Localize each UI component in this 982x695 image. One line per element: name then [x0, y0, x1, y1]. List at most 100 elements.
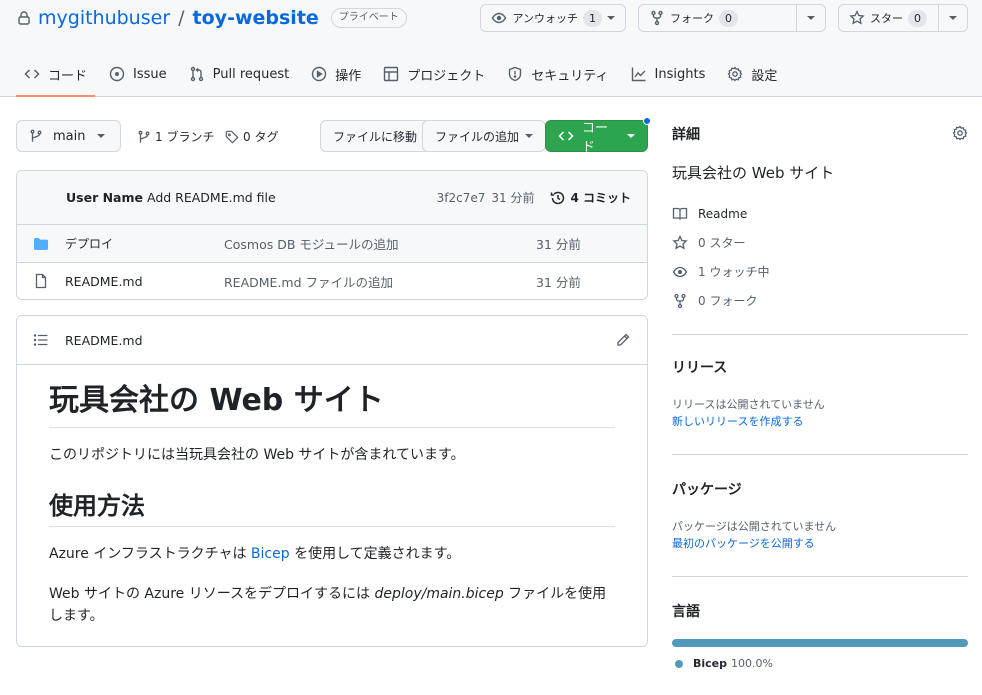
branch-select-button[interactable]: main [16, 120, 121, 152]
tags-count: 0 タグ [243, 130, 279, 144]
chevron-down-icon [627, 134, 635, 138]
readme-content: 玩具会社の Web サイト このリポジトリには当玩具会社の Web サイトが含ま… [17, 365, 647, 627]
repo-name-link[interactable]: toy-website [193, 7, 319, 29]
create-release-link[interactable]: 新しいリリースを作成する [672, 413, 968, 430]
code-button[interactable]: コード [545, 117, 651, 155]
commit-message[interactable]: Add README.md file [147, 190, 276, 205]
go-to-file-button[interactable]: ファイルに移動 [320, 120, 431, 152]
gear-icon[interactable] [952, 125, 968, 141]
meta-label: 0 スター [698, 236, 746, 250]
meta-label: 1 ウォッチ中 [698, 265, 770, 279]
repo-forked-icon [649, 10, 665, 26]
star-dropdown-button[interactable] [938, 5, 967, 31]
eye-icon [672, 264, 688, 280]
shield-icon [507, 66, 523, 82]
latest-commit: User Name Add README.md file 3f2c7e7 31 … [17, 171, 647, 225]
repo-description: 玩具会社の Web サイト [672, 164, 835, 182]
tab-label: コード [48, 68, 88, 84]
watchers-link[interactable]: 1 ウォッチ中 [672, 257, 968, 286]
graph-icon [631, 66, 647, 82]
branch-name: main [53, 128, 86, 144]
star-label: スター [870, 12, 903, 25]
repo-meta: Readme 0 スター 1 ウォッチ中 0 フォーク [672, 199, 968, 315]
file-name[interactable]: README.md [65, 274, 224, 289]
readme-header: README.md [17, 316, 647, 365]
meta-label: Readme [698, 206, 748, 221]
file-table: User Name Add README.md file 3f2c7e7 31 … [16, 170, 648, 300]
language-item[interactable]: Bicep 100.0% [672, 657, 968, 670]
gear-icon [727, 66, 743, 82]
bicep-link[interactable]: Bicep [251, 546, 290, 562]
stars-link[interactable]: 0 スター [672, 228, 968, 257]
star-icon [849, 10, 865, 26]
file-age: 31 分前 [536, 237, 581, 252]
file-name[interactable]: デプロイ [65, 235, 224, 252]
tab-label: プロジェクト [407, 68, 486, 84]
play-icon [311, 66, 327, 82]
file-commit-message[interactable]: README.md ファイルの追加 [224, 272, 536, 291]
text: Web サイトの Azure リソースをデプロイするには [49, 586, 375, 602]
language-name: Bicep [693, 657, 728, 670]
git-branch-icon [29, 129, 43, 143]
tab-security[interactable]: セキュリティ [499, 52, 616, 96]
commit-author[interactable]: User Name [66, 190, 143, 205]
readme-heading-2: 使用方法 [49, 490, 615, 527]
git-branch-icon [137, 130, 151, 144]
tab-projects[interactable]: プロジェクト [375, 52, 493, 96]
go-to-file-label: ファイルに移動 [333, 129, 418, 144]
language-bar [672, 639, 968, 647]
star-icon [672, 234, 688, 251]
chevron-down-icon [607, 16, 615, 20]
about-title: 詳細 [672, 127, 700, 143]
readme-link[interactable]: Readme [672, 199, 968, 228]
table-icon [383, 66, 399, 82]
watch-label: アンウォッチ [512, 12, 578, 25]
watch-button[interactable]: アンウォッチ 1 [481, 5, 625, 31]
releases-title[interactable]: リリース [672, 357, 968, 377]
forks-link[interactable]: 0 フォーク [672, 286, 968, 315]
tab-label: Pull request [212, 66, 290, 82]
chevron-down-icon [525, 134, 534, 138]
repo-title: mygithubuser / toy-website プライベート [16, 6, 407, 30]
eye-icon [491, 10, 507, 26]
folder-icon [33, 236, 49, 252]
fork-dropdown-button[interactable] [796, 5, 825, 31]
text: を使用して定義されます。 [289, 546, 461, 562]
file-row[interactable]: README.md README.md ファイルの追加 31 分前 [17, 262, 647, 299]
commit-sha[interactable]: 3f2c7e7 [437, 191, 486, 205]
file-commit-message[interactable]: Cosmos DB モジュールの追加 [224, 234, 536, 253]
tab-code[interactable]: コード [16, 52, 96, 97]
star-button-group: スター 0 [838, 4, 968, 32]
readme-paragraph: このリポジトリには当玩具会社の Web サイトが含まれています。 [49, 447, 465, 463]
repo-owner-link[interactable]: mygithubuser [38, 7, 170, 29]
language-percent: 100.0% [731, 657, 773, 670]
tab-label: Insights [654, 66, 706, 82]
repo-sidebar: 詳細 玩具会社の Web サイト Readme 0 スター 1 ウォッチ中 0 … [672, 120, 968, 670]
star-count: 0 [908, 9, 927, 27]
tags-link[interactable]: 0 タグ [225, 128, 278, 145]
star-button[interactable]: スター 0 [839, 5, 938, 31]
tab-settings[interactable]: 設定 [719, 52, 785, 96]
meta-label: 0 フォーク [698, 294, 758, 308]
commits-link[interactable]: 4 コミット [550, 189, 631, 206]
readme-paragraph: Web サイトの Azure リソースをデプロイするには deploy/main… [49, 583, 615, 627]
tab-label: Issue [133, 66, 167, 82]
packages-title[interactable]: パッケージ [672, 479, 968, 499]
branches-link[interactable]: 1 ブランチ [137, 128, 214, 145]
releases-section: リリース リリースは公開されていません 新しいリリースを作成する [672, 335, 968, 430]
tab-pull-requests[interactable]: Pull request [181, 52, 298, 96]
pencil-icon[interactable] [615, 332, 631, 348]
lock-icon [16, 10, 32, 26]
readme-panel: README.md 玩具会社の Web サイト このリポジトリには当玩具会社の … [16, 315, 648, 647]
visibility-badge: プライベート [330, 8, 407, 28]
list-unordered-icon[interactable] [33, 332, 49, 348]
file-row[interactable]: デプロイ Cosmos DB モジュールの追加 31 分前 [17, 225, 647, 262]
fork-button[interactable]: フォーク 0 [639, 5, 796, 31]
tab-issues[interactable]: Issue [101, 52, 175, 96]
add-file-button[interactable]: ファイルの追加 [422, 120, 547, 152]
publish-package-link[interactable]: 最初のパッケージを公開する [672, 535, 968, 552]
repo-tabs: コード Issue Pull request 操作 プロジェクト セキュリティ … [16, 52, 791, 97]
tab-insights[interactable]: Insights [623, 52, 714, 96]
file-icon [33, 273, 49, 289]
tab-actions[interactable]: 操作 [303, 52, 369, 96]
